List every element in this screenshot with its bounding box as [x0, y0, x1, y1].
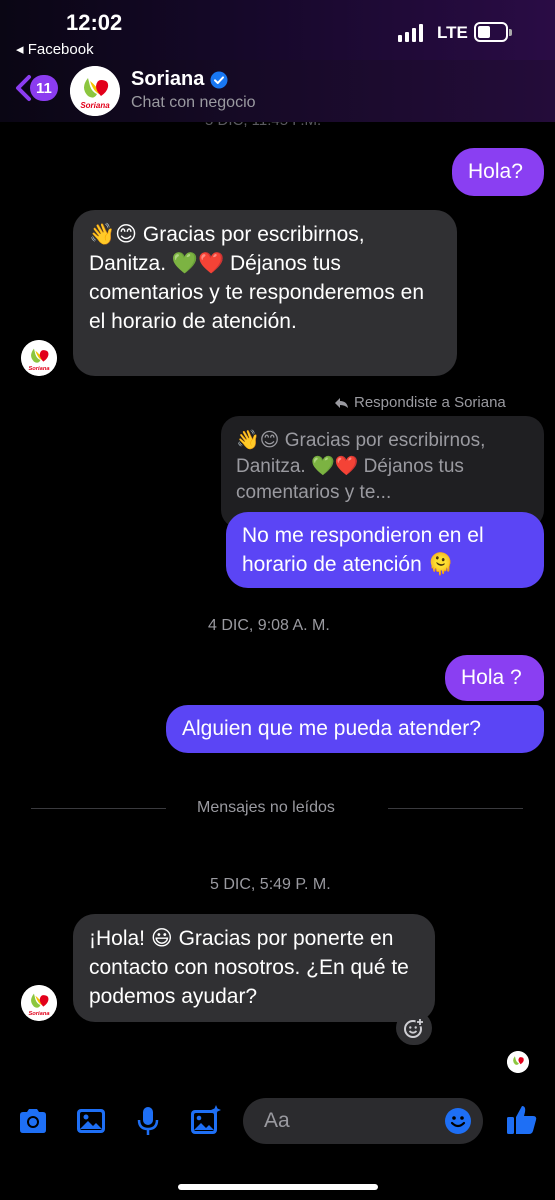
home-indicator [178, 1184, 378, 1190]
svg-text:Soriana: Soriana [28, 1011, 50, 1017]
divider [388, 808, 523, 809]
divider [31, 808, 166, 809]
message-outgoing[interactable]: Hola? [452, 148, 544, 196]
gallery-icon[interactable] [74, 1104, 108, 1138]
message-outgoing[interactable]: No me respondieron en el horario de aten… [226, 512, 544, 588]
status-bar: 12:02 ◂ Facebook LTE [0, 0, 555, 60]
chat-header: 11 Soriana Soriana Chat con negocio [0, 60, 555, 122]
sender-avatar[interactable]: Soriana [21, 340, 57, 376]
emoji-icon[interactable] [443, 1106, 473, 1136]
network-type: LTE [437, 23, 468, 42]
sticker-gallery-icon[interactable] [188, 1104, 222, 1138]
back-to-facebook-link[interactable]: ◂ Facebook [16, 40, 94, 58]
unread-count-badge: 11 [30, 75, 58, 101]
message-input-placeholder: Aa [264, 1109, 290, 1132]
microphone-icon[interactable] [131, 1104, 165, 1138]
contact-avatar[interactable]: Soriana [70, 66, 120, 116]
message-incoming[interactable]: ¡Hola! 😃 Gracias por ponerte en contacto… [73, 914, 435, 1022]
svg-text:Soriana: Soriana [28, 366, 50, 372]
message-incoming[interactable]: 👋😊 Gracias por escribirnos, Danitza. 💚❤️… [73, 210, 457, 376]
message-outgoing[interactable]: Alguien que me pueda atender? [166, 705, 544, 753]
add-reaction-icon [404, 1017, 425, 1038]
battery-icon [474, 22, 512, 42]
contact-subtitle: Chat con negocio [131, 94, 256, 111]
message-input[interactable]: Aa [243, 1098, 483, 1144]
clock: 12:02 [66, 10, 123, 35]
sender-avatar[interactable]: Soriana [21, 985, 57, 1021]
svg-text:Soriana: Soriana [80, 101, 110, 110]
add-reaction-button[interactable] [396, 1011, 432, 1045]
unread-messages-label: Mensajes no leídos [197, 799, 335, 816]
back-button[interactable]: 11 [14, 74, 58, 102]
soriana-logo: Soriana [21, 985, 57, 1021]
soriana-logo: Soriana [70, 66, 120, 116]
date-separator: 5 DIC, 5:49 P. M. [210, 876, 331, 893]
signal-icon [398, 24, 423, 42]
date-separator: 4 DIC, 9:08 A. M. [208, 617, 330, 634]
soriana-logo: Soriana [21, 340, 57, 376]
soriana-logo [507, 1051, 529, 1073]
camera-icon[interactable] [16, 1104, 50, 1138]
thumbs-up-icon[interactable] [504, 1102, 540, 1138]
contact-name[interactable]: Soriana [131, 68, 228, 91]
reply-arrow-icon [335, 397, 348, 408]
verified-badge-icon [210, 71, 228, 88]
message-outgoing[interactable]: Hola ? [445, 655, 544, 701]
seen-receipt-avatar [507, 1051, 529, 1073]
reply-indicator: Respondiste a Soriana [334, 394, 506, 411]
